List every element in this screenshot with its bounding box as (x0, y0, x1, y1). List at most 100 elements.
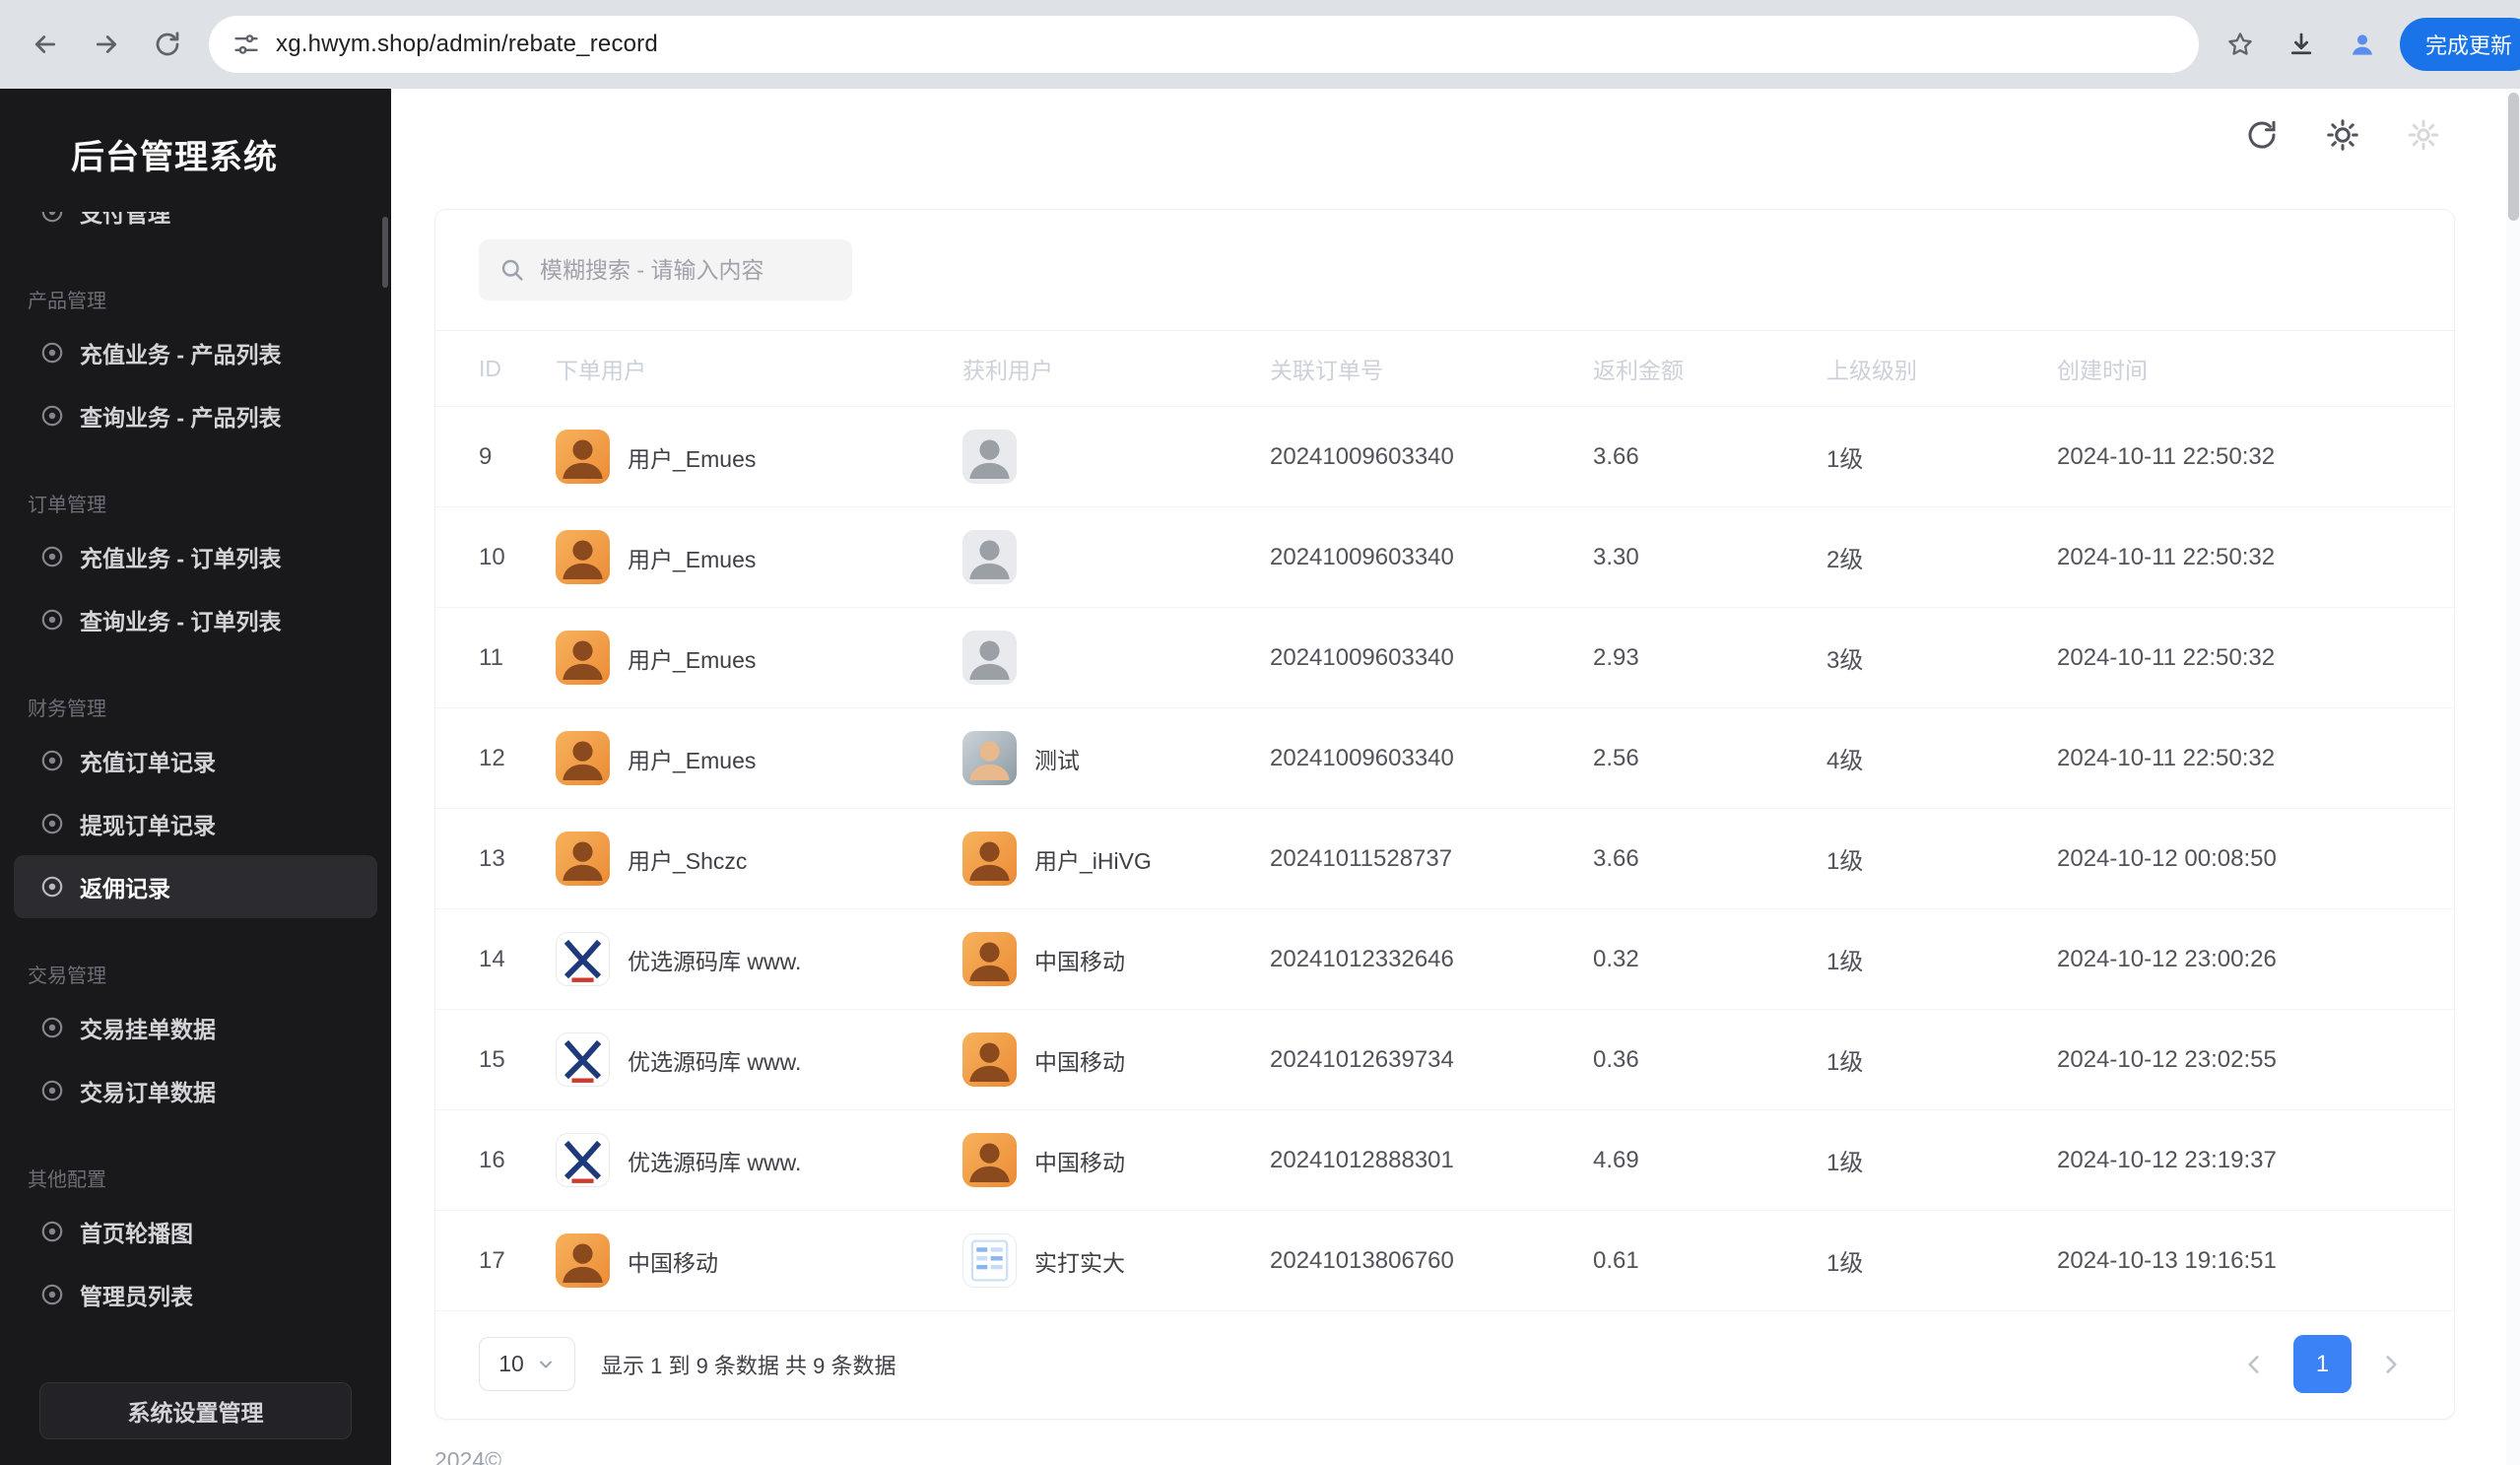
sidebar-item-label: 查询业务 - 订单列表 (80, 609, 282, 634)
chrome-update-button[interactable]: 完成更新 (2400, 18, 2520, 71)
sidebar-item-充值业务 - 订单列表[interactable]: 充值业务 - 订单列表 (14, 525, 377, 588)
cell-order-no: 20241009603340 (1270, 744, 1454, 771)
cell-level: 3级 (1826, 647, 1864, 674)
table-header-row: ID 下单用户 获利用户 关联订单号 返利金额 上级级别 创建时间 (435, 331, 2454, 406)
sidebar-item-交易挂单数据[interactable]: 交易挂单数据 (14, 996, 377, 1059)
sidebar-item-label: 查询业务 - 产品列表 (80, 405, 282, 431)
cell-level: 1级 (1826, 1049, 1864, 1076)
back-button[interactable] (18, 17, 73, 72)
order-user-avatar-slot (556, 1032, 610, 1087)
sidebar-item-查询业务 - 订单列表[interactable]: 查询业务 - 订单列表 (14, 588, 377, 651)
avatar-placeholder (962, 530, 1017, 584)
sidebar-item-充值订单记录[interactable]: 充值订单记录 (14, 729, 377, 792)
cell-id: 15 (479, 1045, 505, 1073)
bookmark-button[interactable] (2213, 17, 2268, 72)
content: ID 下单用户 获利用户 关联订单号 返利金额 上级级别 创建时间 9 用户_E… (391, 180, 2520, 1465)
sidebar-item-label: 充值业务 - 产品列表 (80, 342, 282, 367)
avatar-person (962, 1032, 1017, 1087)
profit-user-avatar-slot (962, 530, 1017, 584)
circle-dot-icon (39, 1015, 65, 1040)
profit-user-avatar-slot (962, 832, 1017, 886)
cell-order-user: 用户_Shczc (556, 832, 962, 886)
section-items: 交易挂单数据 交易订单数据 (14, 996, 377, 1122)
sidebar-item-返佣记录[interactable]: 返佣记录 (14, 855, 377, 918)
cell-level: 1级 (1826, 949, 1864, 975)
table-row[interactable]: 17 中国移动 实打实大 20241013806760 0.61 1级 2024… (435, 1210, 2454, 1310)
table-row[interactable]: 12 用户_Emues 测试 20241009603340 2.56 4级 20… (435, 707, 2454, 808)
next-page-button[interactable] (2371, 1345, 2411, 1384)
sidebar-item-label: 充值订单记录 (80, 750, 216, 775)
current-page-button[interactable]: 1 (2293, 1335, 2352, 1393)
page-size-select[interactable]: 10 (479, 1337, 575, 1391)
page-scrollbar-thumb[interactable] (2508, 93, 2519, 221)
search-input[interactable] (479, 239, 852, 300)
reload-button[interactable] (140, 17, 195, 72)
profile-avatar-icon (2353, 34, 2372, 55)
circle-dot-icon (39, 1078, 65, 1103)
reload-icon (156, 32, 179, 56)
sidebar-item-label: 返佣记录 (80, 876, 170, 901)
avatar-logo (556, 1032, 610, 1087)
sidebar-item-label: 充值业务 - 订单列表 (80, 546, 282, 571)
sidebar-item-label: 首页轮播图 (80, 1221, 193, 1246)
profit-user-name: 实打实大 (1034, 1249, 1125, 1276)
cell-amount: 0.36 (1593, 1045, 1639, 1073)
table-row[interactable]: 15 优选源码库 www. 中国移动 20241012639734 0.36 1… (435, 1009, 2454, 1109)
sidebar-item-充值业务 - 产品列表[interactable]: 充值业务 - 产品列表 (14, 321, 377, 384)
url-bar[interactable]: xg.hwym.shop/admin/rebate_record (209, 16, 2199, 73)
table-row[interactable]: 11 用户_Emues 20241009603340 2.93 3级 2024-… (435, 607, 2454, 707)
cell-profit-user: 测试 (962, 731, 1270, 785)
sidebar-item-交易订单数据[interactable]: 交易订单数据 (14, 1059, 377, 1122)
cell-order-no: 20241011528737 (1270, 844, 1453, 872)
avatar-person (556, 1233, 610, 1288)
circle-dot-icon (39, 811, 65, 836)
page-scrollbar[interactable] (2506, 89, 2520, 1465)
avatar-doc (962, 1233, 1017, 1288)
sidebar-item-查询业务 - 产品列表[interactable]: 查询业务 - 产品列表 (14, 384, 377, 447)
order-user-name: 中国移动 (628, 1249, 718, 1276)
table-row[interactable]: 13 用户_Shczc 用户_iHiVG 20241011528737 3.66… (435, 808, 2454, 908)
download-icon (2290, 33, 2312, 55)
cell-id: 10 (479, 543, 505, 570)
circle-dot-icon (39, 340, 65, 366)
table-row[interactable]: 10 用户_Emues 20241009603340 3.30 2级 2024-… (435, 506, 2454, 607)
cell-order-user: 用户_Emues (556, 731, 962, 785)
sidebar-item-首页轮播图[interactable]: 首页轮播图 (14, 1200, 377, 1263)
table-row[interactable]: 14 优选源码库 www. 中国移动 20241012332646 0.32 1… (435, 908, 2454, 1009)
cell-created-at: 2024-10-11 22:50:32 (2057, 643, 2276, 671)
rebate-record-card: ID 下单用户 获利用户 关联订单号 返利金额 上级级别 创建时间 9 用户_E… (434, 209, 2455, 1420)
system-settings-button[interactable]: 系统设置管理 (39, 1382, 352, 1439)
sidebar-item-提现订单记录[interactable]: 提现订单记录 (14, 792, 377, 855)
cell-amount: 3.66 (1593, 844, 1639, 872)
pagination-bar: 10 显示 1 到 9 条数据 共 9 条数据 1 (435, 1310, 2454, 1419)
avatar-person (556, 731, 610, 785)
downloads-button[interactable] (2274, 17, 2329, 72)
table-row[interactable]: 16 优选源码库 www. 中国移动 20241012888301 4.69 1… (435, 1109, 2454, 1210)
table-row[interactable]: 9 用户_Emues 20241009603340 3.66 1级 2024-1… (435, 406, 2454, 506)
prev-page-button[interactable] (2234, 1345, 2274, 1384)
forward-button[interactable] (79, 17, 134, 72)
sidebar-item-label: 提现订单记录 (80, 813, 216, 838)
avatar-person (556, 530, 610, 584)
sidebar-scrollbar[interactable] (382, 217, 388, 288)
refresh-icon[interactable] (2244, 117, 2280, 153)
avatar-person (962, 832, 1017, 886)
main-area: ID 下单用户 获利用户 关联订单号 返利金额 上级级别 创建时间 9 用户_E… (391, 89, 2520, 1465)
sidebar-item-管理员列表[interactable]: 管理员列表 (14, 1263, 377, 1326)
cell-id: 9 (479, 442, 493, 470)
cell-level: 1级 (1826, 848, 1864, 875)
settings-gear-icon[interactable] (2406, 117, 2441, 153)
site-settings-icon[interactable] (232, 31, 260, 58)
order-user-name: 优选源码库 www. (628, 948, 802, 974)
sidebar-section: 订单管理 充值业务 - 订单列表 查询业务 - 订单列表 (14, 489, 377, 651)
cell-order-no: 20241012639734 (1270, 1045, 1454, 1073)
theme-sun-icon[interactable] (2325, 117, 2360, 153)
sidebar-footer: 系统设置管理 (0, 1361, 391, 1465)
profile-button[interactable] (2335, 17, 2390, 72)
section-label: 订单管理 (28, 495, 106, 516)
profit-user-name: 测试 (1034, 747, 1080, 773)
profit-user-name: 中国移动 (1034, 948, 1125, 974)
circle-dot-icon (39, 212, 65, 225)
circle-dot-icon (39, 1282, 65, 1307)
sidebar-item-clipped[interactable]: 支付管理 (14, 212, 377, 243)
